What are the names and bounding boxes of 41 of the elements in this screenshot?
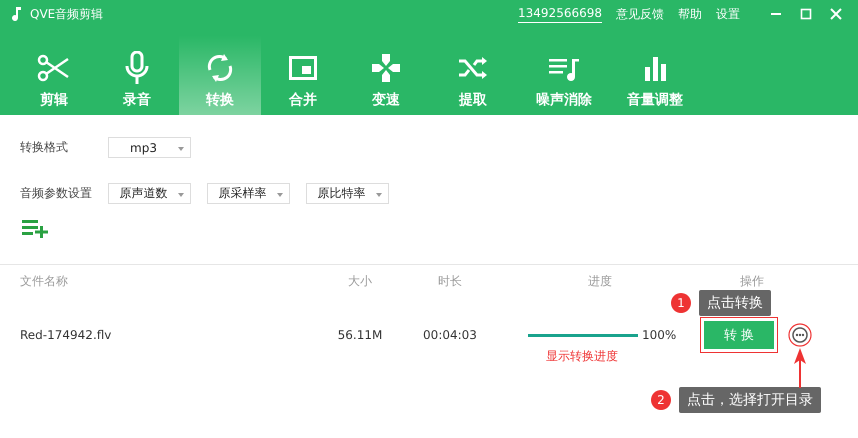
callout-tip: 点击，选择打开目录 xyxy=(679,387,821,413)
step-number: 2 xyxy=(651,390,671,410)
convert-button[interactable]: 转 换 xyxy=(704,321,774,349)
param-select[interactable]: 原采样率 xyxy=(207,183,290,204)
file-duration: 00:04:03 xyxy=(422,328,478,342)
param-select[interactable]: 原比特率 xyxy=(306,183,389,204)
tool-tab[interactable]: 噪声消除 xyxy=(519,36,609,115)
column-header: 时长 xyxy=(437,272,463,290)
highlight-circle xyxy=(788,323,812,347)
column-header: 大小 xyxy=(347,272,373,290)
tool-tab[interactable]: 合并 xyxy=(262,36,344,115)
step-number: 1 xyxy=(671,293,691,313)
pointer-arrow xyxy=(793,348,807,388)
file-name: Red-174942.flv xyxy=(19,328,112,342)
tool-tab[interactable]: 提取 xyxy=(428,36,518,115)
close-icon[interactable] xyxy=(830,8,842,20)
menu-link[interactable]: 设置 xyxy=(716,6,740,22)
file-size: 56.11M xyxy=(336,328,384,342)
more-icon[interactable] xyxy=(792,327,808,343)
add-list-icon[interactable] xyxy=(22,218,50,238)
window-title: QVE音频剪辑 xyxy=(30,6,104,22)
column-header: 操作 xyxy=(739,272,765,290)
param-select[interactable]: 原声道数 xyxy=(108,183,191,204)
format-label: 转换格式 xyxy=(20,139,69,156)
progress-percent: 100% xyxy=(642,328,676,342)
annotation-note: 显示转换进度 xyxy=(546,348,618,365)
callout-tip: 点击转换 xyxy=(699,290,771,316)
tool-tab[interactable]: 变速 xyxy=(345,36,427,115)
account-link[interactable]: 13492566698 xyxy=(518,6,602,22)
menu-link[interactable]: 意见反馈 xyxy=(616,6,664,22)
music-note-icon xyxy=(12,7,22,21)
column-header: 文件名称 xyxy=(19,272,69,290)
tool-tab[interactable]: 转换 xyxy=(179,36,261,115)
tool-tab[interactable]: 音量调整 xyxy=(610,36,700,115)
column-header: 进度 xyxy=(587,272,613,290)
tool-tab[interactable]: 录音 xyxy=(96,36,178,115)
params-label: 音频参数设置 xyxy=(20,185,92,202)
format-select[interactable]: mp3 xyxy=(108,137,191,158)
maximize-icon[interactable] xyxy=(800,8,812,20)
menu-link[interactable]: 帮助 xyxy=(678,6,702,22)
tool-tab[interactable]: 剪辑 xyxy=(13,36,95,115)
